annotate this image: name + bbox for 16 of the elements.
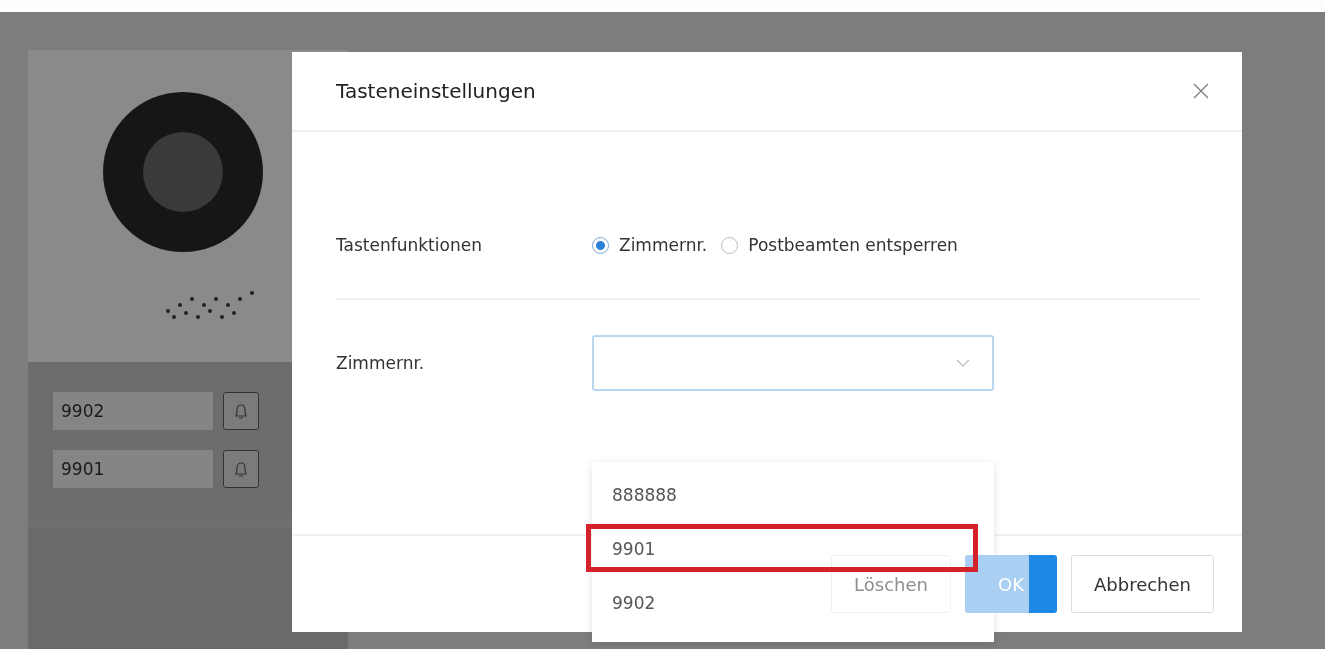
field-label: Zimmernr. xyxy=(336,353,426,373)
radio-option[interactable]: Zimmernr. xyxy=(592,235,708,255)
bell-icon xyxy=(233,460,249,478)
bell-icon xyxy=(233,402,249,420)
select-field[interactable] xyxy=(592,335,994,391)
bell-button[interactable] xyxy=(223,392,259,430)
dropdown-option[interactable]: 888888 xyxy=(592,468,994,522)
bell-button[interactable] xyxy=(223,450,259,488)
field-label: Tastenfunktionen xyxy=(336,235,483,255)
radio-option[interactable]: Postbeamten entsperren xyxy=(721,235,958,255)
dialog-button[interactable]: Abbrechen xyxy=(1070,555,1214,613)
chevron-down-icon xyxy=(956,358,970,368)
name-tag: 9901 xyxy=(53,450,213,488)
name-tag: 9902 xyxy=(53,392,213,430)
dialog-title: Tasteneinstellungen xyxy=(336,79,536,103)
close-icon[interactable] xyxy=(1192,82,1210,100)
